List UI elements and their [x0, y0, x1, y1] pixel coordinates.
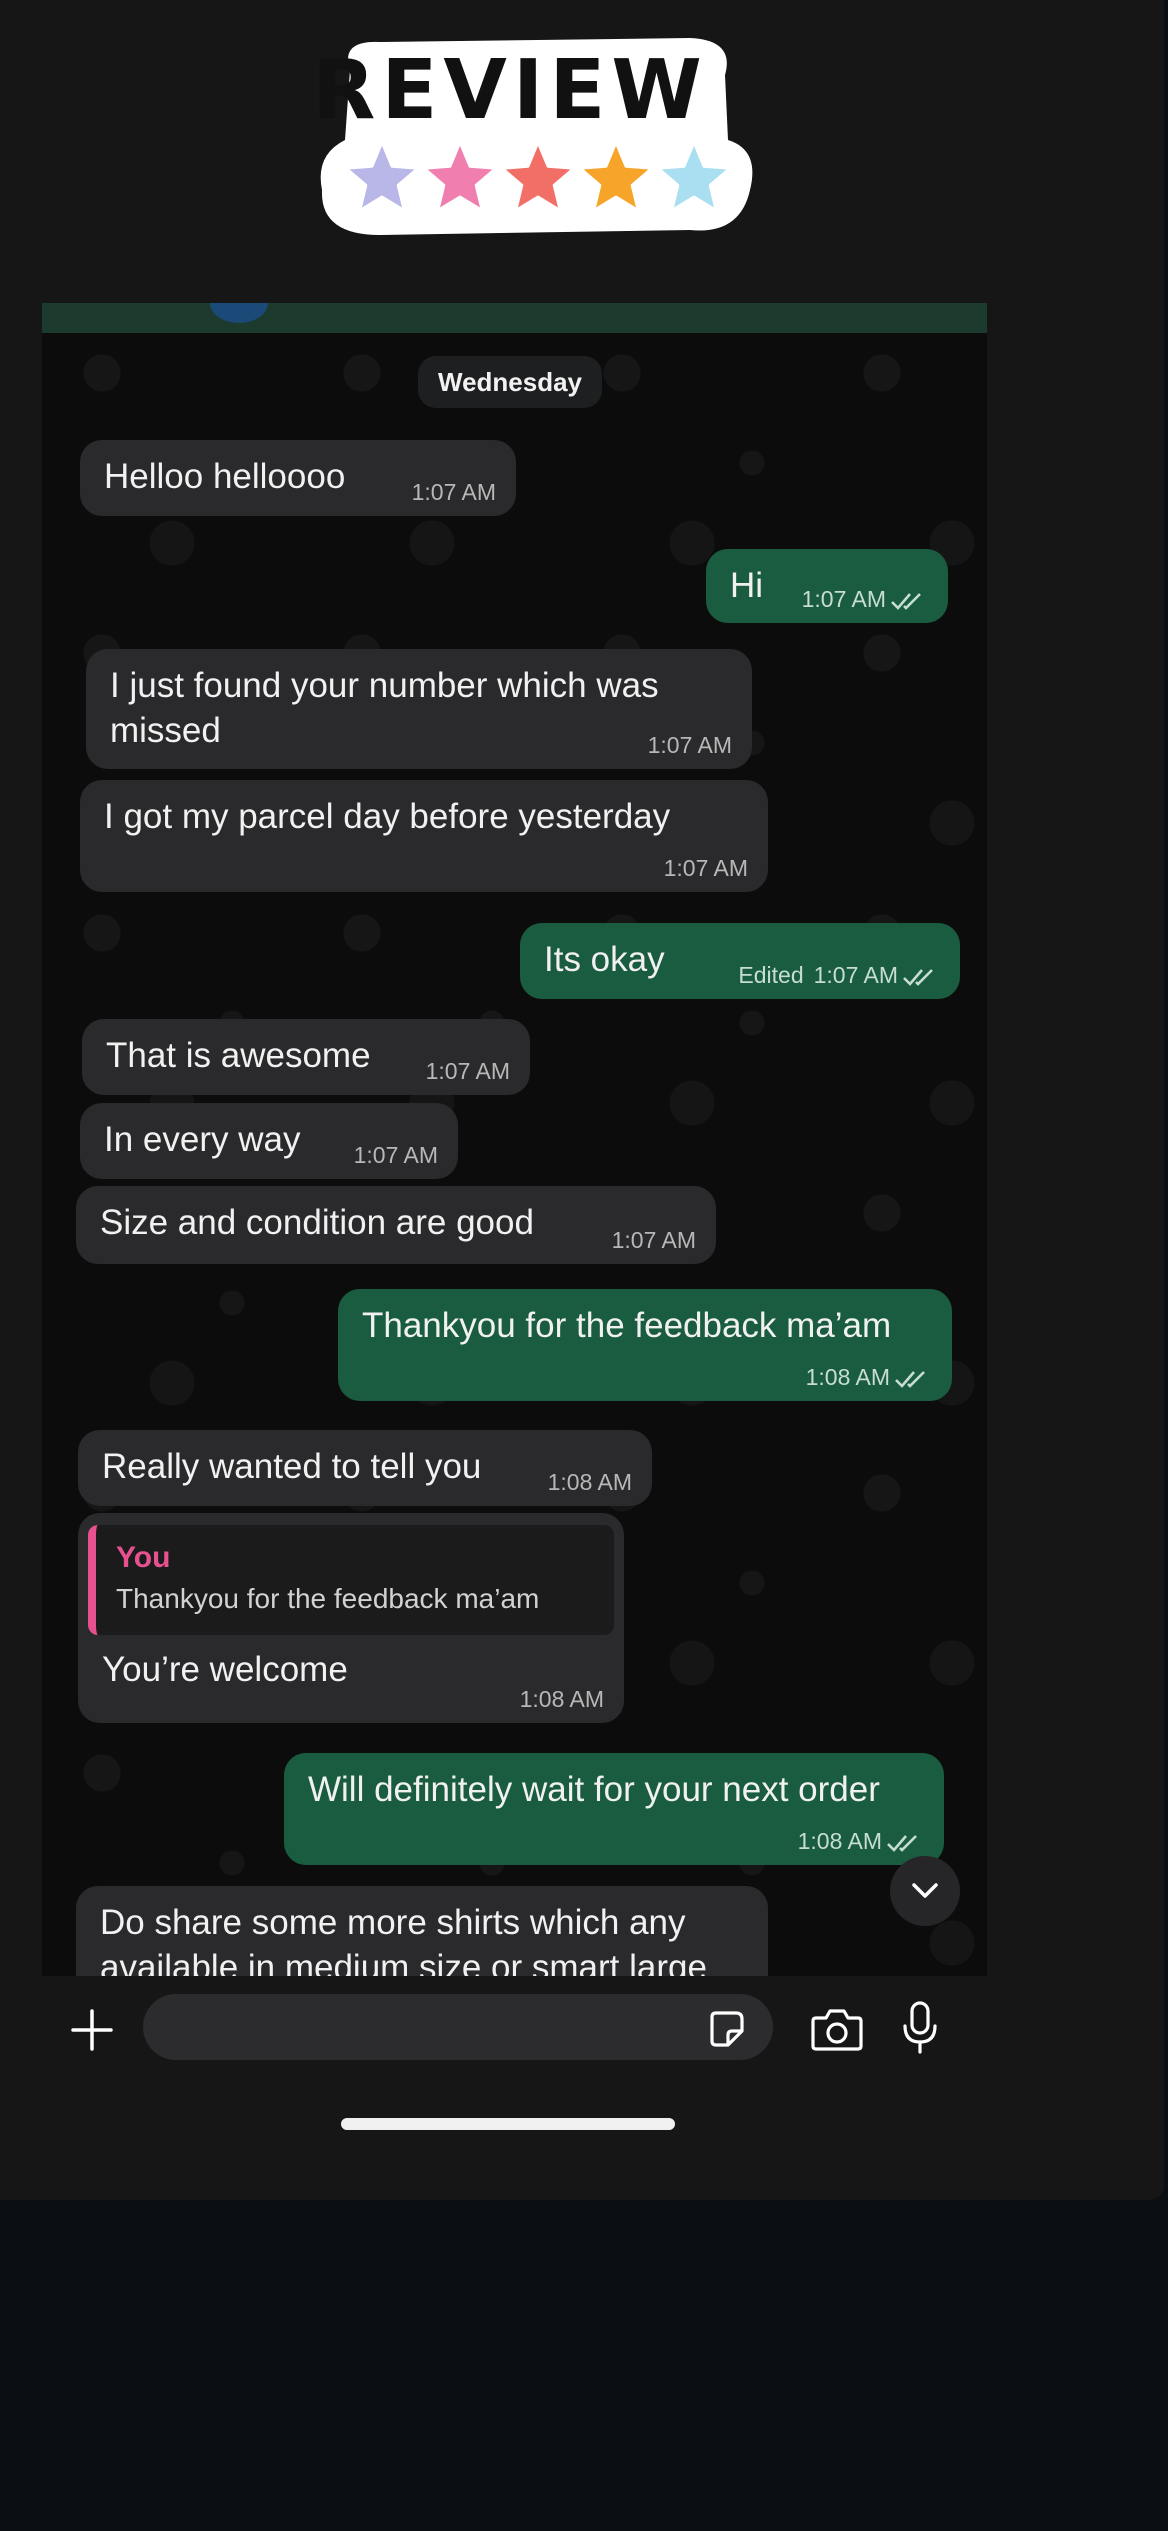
- edited-label: Edited: [738, 962, 804, 988]
- message-bubble-incoming[interactable]: Size and condition are good 1:07 AM: [76, 1186, 716, 1264]
- message-time: 1:07 AM: [353, 1142, 438, 1168]
- phone-screen: REVIEW Wednesday Helloo helloooo 1:07 AM…: [0, 0, 1164, 2200]
- message-bubble-incoming[interactable]: Do share some more shirts which any avai…: [76, 1886, 768, 1976]
- message-bubble-incoming[interactable]: Really wanted to tell you 1:08 AM: [78, 1430, 652, 1506]
- message-text: Size and condition are good: [100, 1203, 534, 1242]
- message-text: I just found your number which was misse…: [110, 666, 659, 750]
- home-indicator: [341, 2118, 675, 2130]
- message-time: 1:07 AM: [813, 962, 898, 988]
- message-bubble-outgoing[interactable]: Will definitely wait for your next order…: [284, 1753, 944, 1865]
- message-time: 1:08 AM: [797, 1828, 882, 1854]
- microphone-icon[interactable]: [900, 2000, 940, 2056]
- message-time: 1:08 AM: [547, 1469, 632, 1495]
- quote-author: You: [116, 1541, 171, 1574]
- message-text: Do share some more shirts which any avai…: [100, 1903, 707, 1976]
- chat-area[interactable]: Wednesday Helloo helloooo 1:07 AM Hi 1:0…: [42, 303, 987, 1976]
- sticker-icon[interactable]: [706, 2009, 746, 2049]
- avatar: [210, 303, 268, 323]
- plus-icon[interactable]: [70, 2008, 114, 2052]
- double-tick-icon: [903, 969, 933, 986]
- message-bubble-outgoing[interactable]: Hi 1:07 AM: [706, 549, 948, 623]
- message-bubble-incoming[interactable]: Helloo helloooo 1:07 AM: [80, 440, 516, 516]
- message-text: I got my parcel day before yesterday: [104, 797, 671, 836]
- message-bubble-incoming[interactable]: That is awesome 1:07 AM: [82, 1019, 530, 1095]
- chat-header-strip: [42, 303, 987, 333]
- message-bubble-outgoing[interactable]: Its okay Edited 1:07 AM: [520, 923, 960, 999]
- message-bubble-incoming[interactable]: I just found your number which was misse…: [86, 649, 752, 769]
- quoted-reply[interactable]: You Thankyou for the feedback ma’am: [88, 1525, 614, 1635]
- message-time: 1:07 AM: [411, 479, 496, 505]
- message-time: 1:07 AM: [425, 1058, 510, 1084]
- message-time: 1:08 AM: [519, 1686, 604, 1712]
- message-time: 1:07 AM: [663, 855, 748, 881]
- double-tick-icon: [887, 1835, 917, 1852]
- camera-icon[interactable]: [810, 2006, 864, 2052]
- message-time: 1:08 AM: [805, 1364, 890, 1390]
- review-title: REVIEW: [312, 43, 708, 138]
- message-input[interactable]: [143, 1994, 773, 2060]
- message-time: 1:07 AM: [647, 732, 732, 758]
- double-tick-icon: [895, 1371, 925, 1388]
- message-bubble-outgoing[interactable]: Thankyou for the feedback ma’am 1:08 AM: [338, 1289, 952, 1401]
- date-chip: Wednesday: [418, 356, 603, 408]
- message-bubble-incoming[interactable]: You Thankyou for the feedback ma’am You’…: [78, 1513, 624, 1723]
- message-bubble-incoming[interactable]: In every way 1:07 AM: [80, 1103, 458, 1179]
- message-text: Thankyou for the feedback ma’am: [362, 1306, 892, 1345]
- message-text: Will definitely wait for your next order: [308, 1770, 880, 1809]
- double-tick-icon: [891, 593, 921, 610]
- message-bubble-incoming[interactable]: I got my parcel day before yesterday 1:0…: [80, 780, 768, 892]
- scroll-to-bottom-button[interactable]: [890, 1856, 960, 1926]
- message-time: 1:07 AM: [611, 1227, 696, 1253]
- message-time: 1:07 AM: [801, 586, 886, 612]
- review-sticker: REVIEW: [312, 38, 753, 235]
- quote-text: Thankyou for the feedback ma’am: [116, 1583, 540, 1614]
- message-composer: [0, 1976, 1164, 2196]
- chevron-down-icon: [912, 1883, 938, 1898]
